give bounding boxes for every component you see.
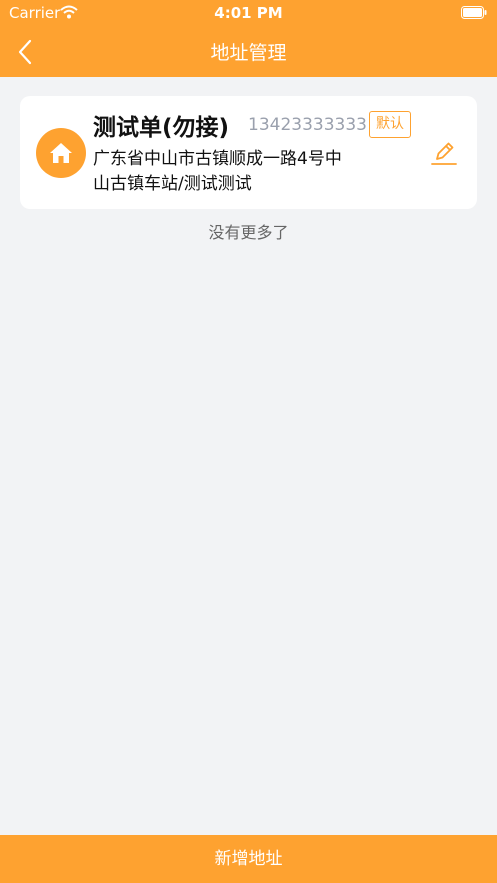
address-card[interactable]: 测试单(勿接) 13423333333 默认 广东省中山市古镇顺成一路4号中山古…: [20, 96, 477, 209]
status-bar: Carrier 4:01 PM: [0, 0, 497, 25]
contact-phone: 13423333333: [248, 115, 367, 135]
address-text: 广东省中山市古镇顺成一路4号中山古镇车站/测试测试: [93, 149, 342, 194]
default-badge: 默认: [369, 111, 411, 138]
add-address-button[interactable]: 新增地址: [0, 835, 497, 883]
battery-icon: [461, 6, 487, 19]
header: Carrier 4:01 PM 地址管理: [0, 0, 497, 77]
contact-name: 测试单(勿接): [93, 115, 230, 141]
edit-icon[interactable]: [430, 139, 458, 167]
page-title: 地址管理: [210, 42, 287, 64]
home-icon: [36, 128, 86, 178]
list-end-text: 没有更多了: [208, 223, 289, 242]
status-time: 4:01 PM: [214, 4, 283, 22]
